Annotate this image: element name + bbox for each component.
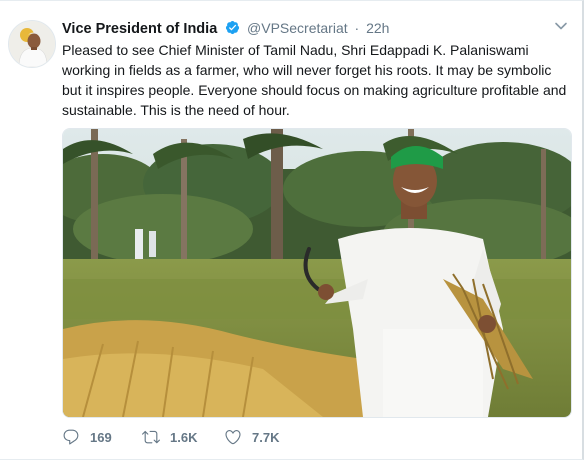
like-button[interactable]: 7.7K	[224, 425, 279, 449]
avatar[interactable]	[8, 20, 56, 68]
like-count: 7.7K	[252, 429, 280, 445]
reply-button[interactable]: 169	[62, 425, 112, 449]
avatar-photo	[9, 21, 55, 67]
tweet-photo[interactable]	[62, 128, 572, 418]
retweet-icon	[142, 430, 160, 444]
reply-icon	[63, 429, 79, 445]
author-name[interactable]: Vice President of India	[62, 21, 217, 37]
retweet-count: 1.6K	[170, 429, 198, 445]
tweet-text: Pleased to see Chief Minister of Tamil N…	[62, 42, 567, 118]
retweet-button[interactable]: 1.6K	[142, 425, 197, 449]
tweet-header: Vice President of India @VPSecretariat ·…	[62, 18, 552, 38]
tweet-timestamp[interactable]: 22h	[366, 20, 389, 36]
tweet-actions: 169 1.6K 7.7K	[62, 425, 362, 449]
verified-badge-icon	[226, 20, 240, 35]
tweet-card[interactable]: Vice President of India @VPSecretariat ·…	[0, 0, 584, 460]
chevron-down-icon[interactable]	[554, 19, 568, 33]
author-handle[interactable]: @VPSecretariat	[247, 20, 348, 36]
heart-icon	[225, 430, 241, 445]
farmer-field-photo	[63, 129, 571, 417]
reply-count: 169	[90, 429, 112, 445]
header-separator: ·	[354, 20, 360, 36]
